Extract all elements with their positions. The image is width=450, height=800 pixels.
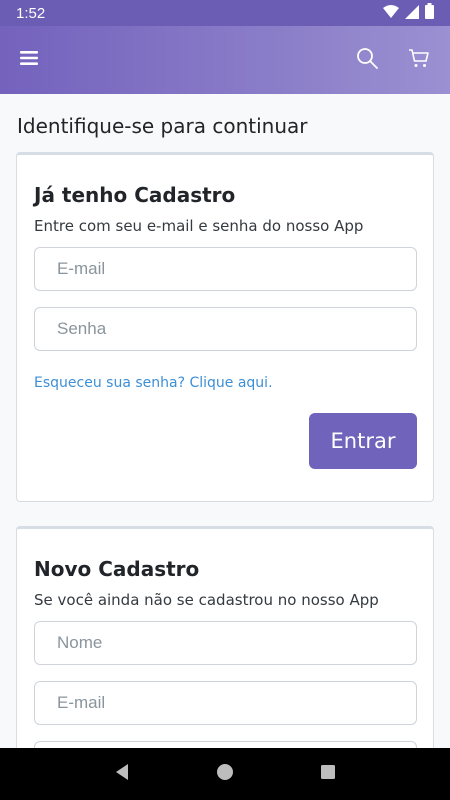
page-content: Identifique-se para continuar Já tenho C… <box>0 94 450 748</box>
battery-icon <box>425 3 434 23</box>
wifi-icon <box>383 4 399 23</box>
nav-home-icon <box>216 763 234 785</box>
shopping-cart-icon <box>408 47 430 73</box>
status-bar: 1:52 <box>0 0 450 26</box>
signup-name-input[interactable] <box>34 621 417 665</box>
signup-card: Novo Cadastro Se você ainda não se cadas… <box>16 526 434 748</box>
signup-card-subtitle: Se você ainda não se cadastrou no nosso … <box>34 591 379 609</box>
search-icon <box>356 47 378 73</box>
menu-button[interactable] <box>18 49 40 71</box>
system-nav-bar <box>0 748 450 800</box>
status-icons <box>383 3 434 23</box>
nav-recents-button[interactable] <box>316 762 340 786</box>
login-card-title: Já tenho Cadastro <box>34 183 236 207</box>
cart-button[interactable] <box>406 47 432 73</box>
login-password-input[interactable] <box>34 307 417 351</box>
nav-back-button[interactable] <box>110 762 134 786</box>
forgot-password-link[interactable]: Esqueceu sua senha? Clique aqui. <box>34 375 273 391</box>
nav-home-button[interactable] <box>213 762 237 786</box>
app-bar <box>0 26 450 94</box>
hamburger-menu-icon <box>19 50 39 70</box>
status-time: 1:52 <box>16 4 46 22</box>
login-card: Já tenho Cadastro Entre com seu e-mail e… <box>16 152 434 502</box>
signup-next-input[interactable] <box>34 741 417 748</box>
signup-email-input[interactable] <box>34 681 417 725</box>
login-card-subtitle: Entre com seu e-mail e senha do nosso Ap… <box>34 217 364 235</box>
signup-card-title: Novo Cadastro <box>34 557 200 581</box>
cell-signal-icon <box>405 4 419 23</box>
search-button[interactable] <box>354 47 380 73</box>
nav-back-icon <box>113 763 131 785</box>
login-submit-button[interactable]: Entrar <box>309 413 417 469</box>
login-email-input[interactable] <box>34 247 417 291</box>
nav-recents-icon <box>320 764 336 784</box>
app-bar-actions <box>354 47 432 73</box>
page-title: Identifique-se para continuar <box>17 114 308 138</box>
